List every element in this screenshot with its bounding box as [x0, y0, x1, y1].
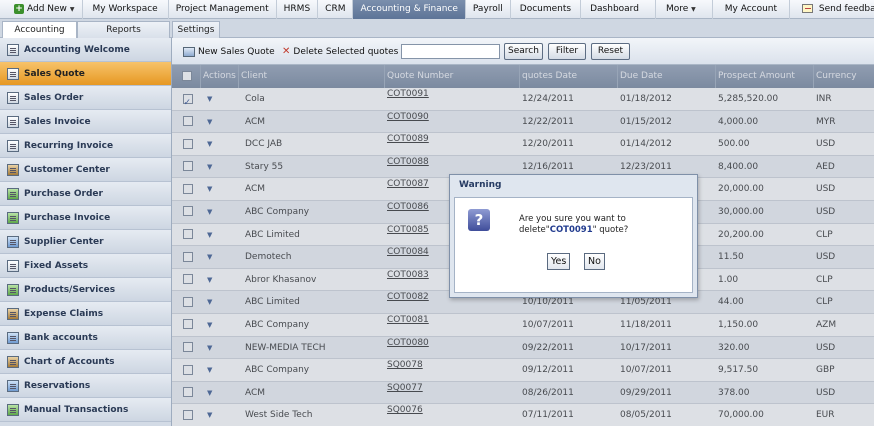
- register-icon: [7, 163, 19, 176]
- document-icon: [7, 67, 19, 80]
- question-icon: ?: [468, 209, 490, 231]
- yes-button[interactable]: Yes: [547, 253, 571, 270]
- top-menu-bar: + Add New ▼ My Workspace Project Managem…: [0, 0, 874, 19]
- sidebar-item-purchase-order[interactable]: Purchase Order: [0, 182, 171, 206]
- sidebar-item-label: Customer Center: [24, 164, 110, 175]
- add-new-label: Add New: [27, 3, 67, 14]
- sidebar-item-fixed-assets[interactable]: Fixed Assets: [0, 254, 171, 278]
- menu-my-workspace[interactable]: My Workspace: [83, 0, 169, 19]
- sidebar-item-sales-quote[interactable]: Sales Quote: [0, 62, 171, 86]
- sidebar-item-customer-center[interactable]: Customer Center: [0, 158, 171, 182]
- dialog-title: Warning: [459, 180, 502, 190]
- cart-icon: [7, 211, 19, 224]
- sidebar-item-purchase-invoice[interactable]: Purchase Invoice: [0, 206, 171, 230]
- accounts-icon: [7, 355, 19, 368]
- sidebar-item-expense-claims[interactable]: Expense Claims: [0, 302, 171, 326]
- dialog-message-post: " quote?: [592, 225, 629, 235]
- plus-icon: +: [14, 4, 24, 14]
- sidebar-item-label: Purchase Invoice: [24, 212, 111, 223]
- sidebar-item-label: Expense Claims: [24, 308, 104, 319]
- new-sales-quote-button[interactable]: New Sales Quote: [183, 45, 275, 59]
- supplier-icon: [7, 235, 19, 248]
- menu-payroll[interactable]: Payroll: [466, 0, 511, 19]
- cart-icon: [7, 187, 19, 200]
- more-label: More: [665, 3, 689, 14]
- tab-settings[interactable]: Settings: [172, 21, 220, 38]
- document-icon: [7, 115, 19, 128]
- sidebar-item-label: Manual Transactions: [24, 404, 129, 415]
- no-button[interactable]: No: [584, 253, 605, 270]
- sidebar-item-manual-transactions[interactable]: Manual Transactions: [0, 398, 171, 422]
- sidebar-item-recurring-invoice[interactable]: Recurring Invoice: [0, 134, 171, 158]
- sidebar-item-label: Accounting Welcome: [24, 44, 130, 55]
- menu-my-account[interactable]: My Account: [713, 0, 791, 19]
- sidebar-item-label: Supplier Center: [24, 236, 104, 247]
- document-icon: [7, 91, 19, 104]
- sidebar-item-chart-of-accounts[interactable]: Chart of Accounts: [0, 350, 171, 374]
- sidebar-item-label: Sales Order: [24, 92, 84, 103]
- sidebar-item-products-services[interactable]: Products/Services: [0, 278, 171, 302]
- sidebar-item-reservations[interactable]: Reservations: [0, 374, 171, 398]
- new-quote-icon: [183, 47, 195, 57]
- filter-button[interactable]: Filter: [548, 43, 586, 60]
- module-tabs: Accounting Reports Settings: [0, 19, 874, 39]
- sidebar-item-label: Products/Services: [24, 284, 116, 295]
- bank-icon: [7, 331, 19, 344]
- sidebar-item-sales-order[interactable]: Sales Order: [0, 86, 171, 110]
- menu-documents[interactable]: Documents: [511, 0, 582, 19]
- menu-more[interactable]: More ▼: [656, 0, 713, 19]
- send-feedback-label: Send feedback: [818, 3, 874, 14]
- assets-icon: [7, 259, 19, 272]
- sidebar-item-sales-invoice[interactable]: Sales Invoice: [0, 110, 171, 134]
- sidebar-item-label: Bank accounts: [24, 332, 98, 343]
- tab-accounting[interactable]: Accounting: [2, 21, 77, 39]
- menu-project-management[interactable]: Project Management: [169, 0, 277, 19]
- sidebar-item-label: Chart of Accounts: [24, 356, 115, 367]
- products-icon: [7, 283, 19, 296]
- document-icon: [7, 139, 19, 152]
- search-button[interactable]: Search: [504, 43, 543, 60]
- transactions-icon: [7, 403, 19, 416]
- add-new-menu[interactable]: + Add New ▼: [0, 0, 83, 19]
- expense-icon: [7, 307, 19, 320]
- new-sales-quote-label: New Sales Quote: [198, 47, 275, 57]
- sidebar-item-label: Fixed Assets: [24, 260, 89, 271]
- dialog-message: Are you sure you want to delete"COT0091"…: [519, 214, 689, 236]
- sidebar-item-label: Sales Invoice: [24, 116, 91, 127]
- quote-toolbar: New Sales Quote ✕ Delete Selected quotes…: [172, 38, 874, 65]
- sidebar-item-label: Purchase Order: [24, 188, 103, 199]
- delete-icon: ✕: [282, 46, 291, 57]
- dropdown-arrow-icon: ▼: [69, 5, 75, 13]
- sidebar: Accounting Welcome Sales Quote Sales Ord…: [0, 38, 172, 426]
- menu-dashboard[interactable]: Dashboard: [581, 0, 656, 19]
- dropdown-arrow-icon: ▼: [691, 5, 696, 13]
- dialog-message-quote: COT0091: [549, 225, 593, 235]
- sidebar-item-label: Sales Quote: [24, 68, 85, 79]
- dialog-body: ? Are you sure you want to delete"COT009…: [454, 197, 693, 293]
- sidebar-item-bank-accounts[interactable]: Bank accounts: [0, 326, 171, 350]
- search-input[interactable]: [401, 44, 500, 59]
- sidebar-item-label: Reservations: [24, 380, 91, 391]
- reservations-icon: [7, 379, 19, 392]
- menu-accounting-finance[interactable]: Accounting & Finance: [353, 0, 466, 19]
- delete-selected-button[interactable]: ✕ Delete Selected quotes: [282, 45, 398, 59]
- document-icon: [7, 43, 19, 56]
- menu-send-feedback[interactable]: Send feedback: [790, 0, 874, 19]
- delete-selected-label: Delete Selected quotes: [293, 47, 399, 57]
- sidebar-item-accounting-welcome[interactable]: Accounting Welcome: [0, 38, 171, 62]
- sidebar-item-label: Recurring Invoice: [24, 140, 114, 151]
- feedback-icon: [802, 3, 814, 13]
- reset-button[interactable]: Reset: [591, 43, 630, 60]
- menu-crm[interactable]: CRM: [318, 0, 354, 19]
- sidebar-item-supplier-center[interactable]: Supplier Center: [0, 230, 171, 254]
- menu-hrms[interactable]: HRMS: [277, 0, 319, 19]
- tab-reports[interactable]: Reports: [77, 21, 170, 38]
- warning-dialog: Warning ? Are you sure you want to delet…: [449, 174, 698, 298]
